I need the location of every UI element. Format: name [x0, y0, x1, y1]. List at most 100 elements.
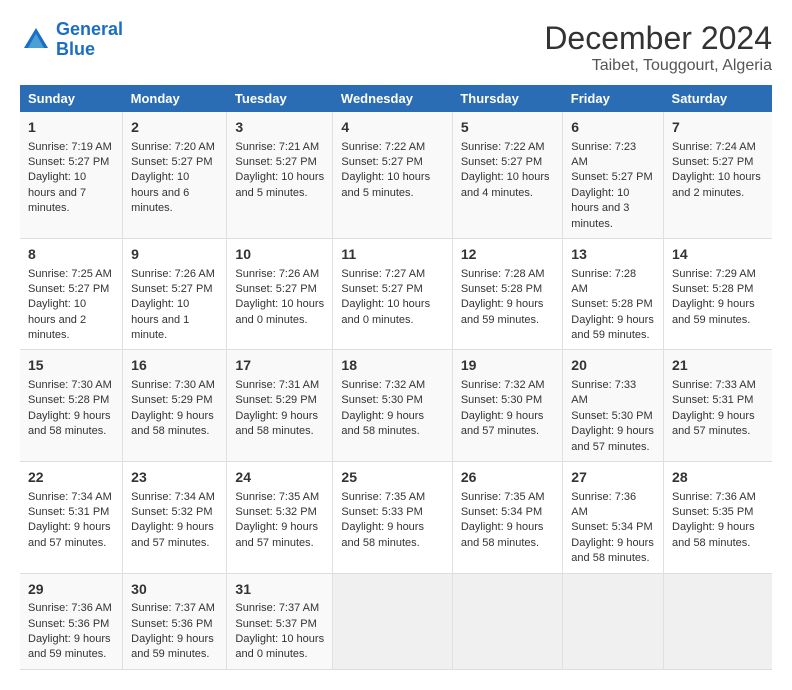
logo-line1: General	[56, 19, 123, 39]
subtitle: Taibet, Touggourt, Algeria	[544, 57, 772, 75]
sunset-info: Sunset: 5:35 PM	[672, 505, 764, 520]
day-cell: 1Sunrise: 7:19 AMSunset: 5:27 PMDaylight…	[20, 112, 123, 238]
sunset-info: Sunset: 5:28 PM	[672, 282, 764, 297]
week-row-1: 1Sunrise: 7:19 AMSunset: 5:27 PMDaylight…	[20, 112, 772, 238]
day-cell: 7 Sunrise: 7:24 AMSunset: 5:27 PMDaylight…	[664, 112, 772, 238]
day-cell: 29Sunrise: 7:36 AMSunset: 5:36 PMDayligh…	[20, 573, 123, 669]
sunrise-info: Sunrise: 7:22 AM	[461, 140, 554, 155]
daylight-info: Daylight: 10 hours and 7 minutes.	[28, 170, 114, 216]
day-number: 2	[131, 118, 218, 138]
day-cell: 18 Sunrise: 7:32 AMSunset: 5:30 PMDayligh…	[333, 350, 452, 462]
sunrise-info: Sunrise: 7:32 AM	[341, 378, 443, 393]
daylight-info: Daylight: 10 hours and 1 minute.	[131, 297, 218, 343]
sunset-info: Sunset: 5:27 PM	[131, 155, 218, 170]
day-cell	[333, 573, 452, 669]
logo-text: General Blue	[56, 20, 123, 60]
day-cell: 20Sunrise: 7:33 AMSunset: 5:30 PMDayligh…	[563, 350, 664, 462]
logo-icon	[20, 24, 52, 56]
sunset-info: Sunset: 5:31 PM	[672, 393, 764, 408]
day-number: 1	[28, 118, 114, 138]
day-cell: 10Sunrise: 7:26 AMSunset: 5:27 PMDayligh…	[227, 238, 333, 350]
sunset-info: Sunset: 5:36 PM	[131, 617, 218, 632]
daylight-info: Daylight: 9 hours and 58 minutes.	[235, 409, 324, 440]
day-number: 23	[131, 468, 218, 488]
sunset-info: Sunset: 5:31 PM	[28, 505, 114, 520]
logo: General Blue	[20, 20, 123, 60]
daylight-info: Daylight: 10 hours and 5 minutes.	[235, 170, 324, 201]
logo-line2: Blue	[56, 39, 95, 59]
sunset-info: Sunset: 5:27 PM	[131, 282, 218, 297]
sunset-info: Sunset: 5:27 PM	[461, 155, 554, 170]
sunset-info: Sunset: 5:28 PM	[571, 297, 655, 312]
day-number: 25	[341, 468, 443, 488]
day-number: 6	[571, 118, 655, 138]
sunset-info: Sunset: 5:27 PM	[571, 170, 655, 185]
sunrise-info: Sunrise: 7:21 AM	[235, 140, 324, 155]
sunrise-info: Sunrise: 7:22 AM	[341, 140, 443, 155]
day-number: 16	[131, 356, 218, 376]
sunrise-info: Sunrise: 7:26 AM	[131, 267, 218, 282]
sunrise-info: Sunrise: 7:28 AM	[571, 267, 655, 298]
sunset-info: Sunset: 5:34 PM	[571, 520, 655, 535]
sunrise-info: Sunrise: 7:37 AM	[235, 601, 324, 616]
day-number: 8	[28, 245, 114, 265]
day-number: 4	[341, 118, 443, 138]
day-number: 29	[28, 580, 114, 600]
day-number: 17	[235, 356, 324, 376]
day-header-monday: Monday	[123, 85, 227, 112]
day-cell: 9Sunrise: 7:26 AMSunset: 5:27 PMDaylight…	[123, 238, 227, 350]
day-cell: 23Sunrise: 7:34 AMSunset: 5:32 PMDayligh…	[123, 462, 227, 574]
sunrise-info: Sunrise: 7:25 AM	[28, 267, 114, 282]
daylight-info: Daylight: 9 hours and 59 minutes.	[461, 297, 554, 328]
day-header-sunday: Sunday	[20, 85, 123, 112]
day-cell: 16Sunrise: 7:30 AMSunset: 5:29 PMDayligh…	[123, 350, 227, 462]
daylight-info: Daylight: 9 hours and 58 minutes.	[672, 520, 764, 551]
day-number: 7	[672, 118, 764, 138]
day-number: 30	[131, 580, 218, 600]
week-row-3: 15Sunrise: 7:30 AMSunset: 5:28 PMDayligh…	[20, 350, 772, 462]
daylight-info: Daylight: 10 hours and 2 minutes.	[672, 170, 764, 201]
day-cell: 11Sunrise: 7:27 AMSunset: 5:27 PMDayligh…	[333, 238, 452, 350]
day-cell: 2Sunrise: 7:20 AMSunset: 5:27 PMDaylight…	[123, 112, 227, 238]
daylight-info: Daylight: 9 hours and 58 minutes.	[341, 409, 443, 440]
day-cell	[563, 573, 664, 669]
calendar-table: SundayMondayTuesdayWednesdayThursdayFrid…	[20, 85, 772, 670]
sunset-info: Sunset: 5:32 PM	[131, 505, 218, 520]
sunrise-info: Sunrise: 7:30 AM	[131, 378, 218, 393]
sunrise-info: Sunrise: 7:32 AM	[461, 378, 554, 393]
day-cell: 14Sunrise: 7:29 AMSunset: 5:28 PMDayligh…	[664, 238, 772, 350]
day-number: 14	[672, 245, 764, 265]
day-cell: 4 Sunrise: 7:22 AMSunset: 5:27 PMDaylight…	[333, 112, 452, 238]
day-header-friday: Friday	[563, 85, 664, 112]
week-row-5: 29Sunrise: 7:36 AMSunset: 5:36 PMDayligh…	[20, 573, 772, 669]
sunset-info: Sunset: 5:29 PM	[235, 393, 324, 408]
sunset-info: Sunset: 5:30 PM	[341, 393, 443, 408]
sunset-info: Sunset: 5:27 PM	[672, 155, 764, 170]
sunrise-info: Sunrise: 7:24 AM	[672, 140, 764, 155]
day-number: 18	[341, 356, 443, 376]
daylight-info: Daylight: 9 hours and 58 minutes.	[571, 536, 655, 567]
day-cell: 3Sunrise: 7:21 AMSunset: 5:27 PMDaylight…	[227, 112, 333, 238]
daylight-info: Daylight: 10 hours and 5 minutes.	[341, 170, 443, 201]
sunset-info: Sunset: 5:36 PM	[28, 617, 114, 632]
sunrise-info: Sunrise: 7:35 AM	[341, 490, 443, 505]
day-number: 27	[571, 468, 655, 488]
sunset-info: Sunset: 5:37 PM	[235, 617, 324, 632]
daylight-info: Daylight: 9 hours and 57 minutes.	[461, 409, 554, 440]
day-cell	[664, 573, 772, 669]
week-row-4: 22Sunrise: 7:34 AMSunset: 5:31 PMDayligh…	[20, 462, 772, 574]
sunset-info: Sunset: 5:27 PM	[341, 155, 443, 170]
day-number: 15	[28, 356, 114, 376]
day-cell: 5Sunrise: 7:22 AMSunset: 5:27 PMDaylight…	[452, 112, 562, 238]
sunset-info: Sunset: 5:28 PM	[28, 393, 114, 408]
day-number: 28	[672, 468, 764, 488]
day-number: 12	[461, 245, 554, 265]
day-cell	[452, 573, 562, 669]
day-header-saturday: Saturday	[664, 85, 772, 112]
sunset-info: Sunset: 5:27 PM	[235, 155, 324, 170]
daylight-info: Daylight: 10 hours and 4 minutes.	[461, 170, 554, 201]
sunrise-info: Sunrise: 7:30 AM	[28, 378, 114, 393]
day-cell: 31Sunrise: 7:37 AMSunset: 5:37 PMDayligh…	[227, 573, 333, 669]
day-number: 26	[461, 468, 554, 488]
day-cell: 25Sunrise: 7:35 AMSunset: 5:33 PMDayligh…	[333, 462, 452, 574]
